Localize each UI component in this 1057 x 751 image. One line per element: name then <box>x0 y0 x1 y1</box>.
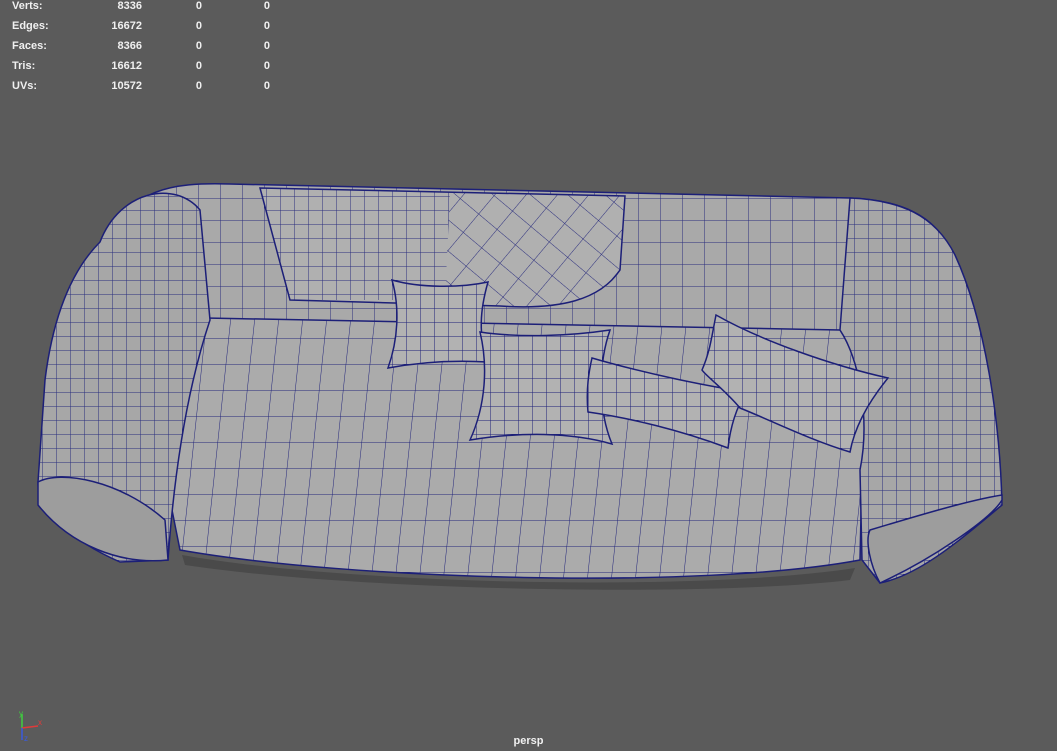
hud-row-uvs: UVs: 10572 0 0 <box>12 80 272 100</box>
viewport-canvas[interactable] <box>0 0 1057 751</box>
hud-label: Verts: <box>12 0 43 12</box>
hud-component: 0 <box>263 40 270 52</box>
sofa-mesh[interactable] <box>37 182 1003 590</box>
hud-component: 0 <box>263 80 270 92</box>
hud-row-edges: Edges: 16672 0 0 <box>12 20 272 40</box>
axis-y-label: y <box>19 709 23 718</box>
hud-selected: 0 <box>195 60 202 72</box>
hud-row-faces: Faces: 8366 0 0 <box>12 40 272 60</box>
hud-total: 8366 <box>117 40 142 52</box>
hud-label: Faces: <box>12 40 47 52</box>
hud-component: 0 <box>263 60 270 72</box>
hud-selected: 0 <box>195 80 202 92</box>
hud-label: UVs: <box>12 80 38 92</box>
hud-total: 16612 <box>111 60 142 72</box>
axis-x-label: x <box>38 718 42 727</box>
hud-row-tris: Tris: 16612 0 0 <box>12 60 272 80</box>
hud-row-verts: Verts: 8336 0 0 <box>12 0 272 20</box>
hud-component: 0 <box>263 0 270 12</box>
hud-selected: 0 <box>195 40 202 52</box>
camera-label: persp <box>513 735 544 747</box>
hud-total: 16672 <box>111 20 142 32</box>
hud-component: 0 <box>263 20 270 32</box>
poly-count-hud: Verts: 8336 0 0 Edges: 16672 0 0 Faces: … <box>12 0 272 100</box>
hud-total: 10572 <box>111 80 142 92</box>
hud-selected: 0 <box>195 20 202 32</box>
hud-selected: 0 <box>195 0 202 12</box>
hud-label: Tris: <box>12 60 36 72</box>
hud-total: 8336 <box>117 0 142 12</box>
pillow-small-square <box>386 278 490 369</box>
hud-label: Edges: <box>12 20 49 32</box>
